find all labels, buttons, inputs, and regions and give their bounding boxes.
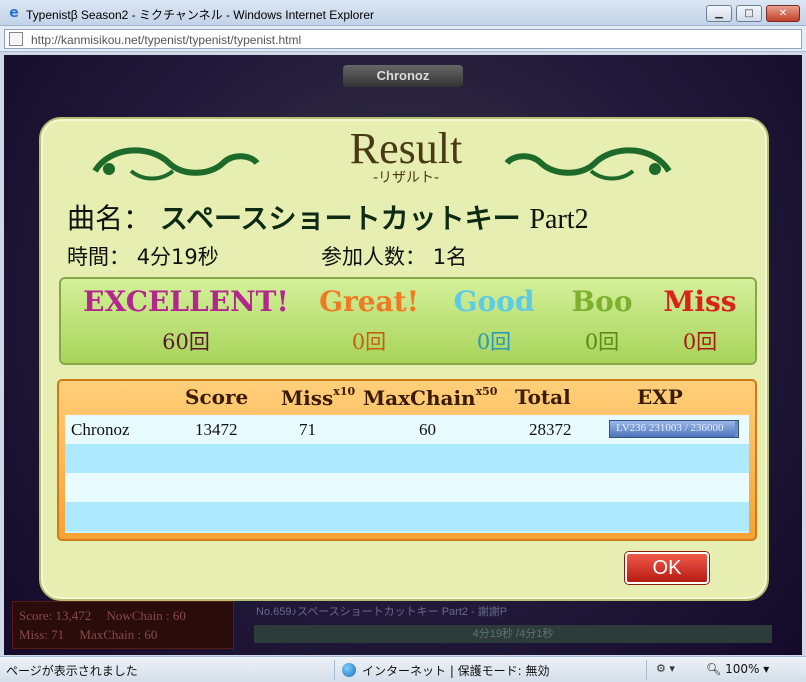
row-miss: 71: [299, 420, 316, 439]
footer-stats: Score: 13,472 NowChain : 60 Miss: 71 Max…: [12, 601, 234, 649]
ie-logo-icon: e: [9, 5, 19, 21]
players-label: 参加人数：: [321, 245, 426, 269]
judgment-great: Great! 0回: [309, 285, 429, 356]
judgment-count: 0回: [584, 330, 620, 354]
right-ornament-icon: [504, 147, 672, 181]
judgment-good: Good 0回: [439, 285, 549, 356]
table-row-empty: [65, 473, 749, 502]
minimize-button[interactable]: ▁: [706, 5, 732, 22]
players-value: 1名: [432, 245, 468, 269]
footer-score: Score: 13,472: [19, 608, 92, 623]
url-text: http://kanmisikou.net/typenist/typenist/…: [31, 33, 302, 47]
judgment-count: 60回: [162, 330, 210, 354]
address-bar: http://kanmisikou.net/typenist/typenist/…: [0, 26, 806, 52]
page-icon: [9, 32, 23, 46]
score-table: Score Missx10 MaxChainx50 Total EXP Chro…: [57, 379, 757, 541]
row-player-name: Chronoz: [71, 420, 130, 439]
header-score: Score: [185, 385, 249, 409]
zoom-value: 100%: [725, 662, 760, 676]
footer-max-chain: MaxChain : 60: [79, 627, 158, 642]
judgment-label: EXCELLENT!: [83, 285, 289, 318]
table-row: Chronoz 13472 71 60 28372 LV236 231003 /…: [65, 415, 749, 444]
header-maxchain-multiplier: x50: [475, 385, 498, 398]
window-title: Typenistβ Season2 - ミクチャンネル - Windows In…: [26, 8, 374, 22]
window-titlebar: e Typenistβ Season2 - ミクチャンネル - Windows …: [0, 0, 806, 26]
judgment-panel: EXCELLENT! 60回 Great! 0回 Good 0回 Boo 0回 …: [59, 277, 757, 365]
footer-now-chain: NowChain : 60: [106, 608, 186, 623]
judgment-label: Miss: [663, 285, 737, 318]
judgment-count: 0回: [682, 330, 718, 354]
footer-song-title: No.659♪スペースショートカットキー Part2 - 謝謝P: [256, 606, 508, 618]
judgment-boo: Boo 0回: [557, 285, 647, 356]
protected-mode-icon[interactable]: ⚙ ▾: [656, 662, 675, 675]
zoom-level[interactable]: 🔍︎ 100% ▾: [706, 662, 769, 676]
song-progress-bar: 4分19秒 /4分1秒: [254, 625, 772, 643]
judgment-count: 0回: [476, 330, 512, 354]
judgment-count: 0回: [351, 330, 387, 354]
player-name-chip: Chronoz: [343, 65, 463, 87]
time-label: 時間：: [67, 245, 130, 269]
players-line: 参加人数： 1名: [321, 241, 467, 271]
header-total: Total: [515, 385, 571, 409]
status-divider: [646, 660, 647, 680]
result-subtitle: -リザルト-: [372, 170, 440, 186]
table-row-empty: [65, 502, 749, 531]
maximize-button[interactable]: □: [736, 5, 762, 22]
globe-icon: [342, 663, 356, 677]
time-line: 時間： 4分19秒: [67, 241, 219, 271]
judgment-label: Boo: [571, 285, 633, 318]
status-bar: ページが表示されました インターネット | 保護モード: 無効 ⚙ ▾ 🔍︎ 1…: [0, 656, 806, 682]
song-label: 曲名：: [67, 202, 152, 235]
ok-button[interactable]: OK: [625, 552, 709, 584]
row-score: 13472: [195, 420, 238, 439]
exp-bar: LV236 231003 / 236000: [609, 420, 739, 438]
security-zone[interactable]: インターネット | 保護モード: 無効: [342, 662, 550, 679]
judgment-label: Good: [453, 285, 535, 318]
header-miss: Missx10: [281, 385, 355, 410]
table-row-empty: [65, 444, 749, 473]
result-dialog: Result -リザルト- 曲名： スペースショートカットキー Part2 時間…: [39, 117, 769, 601]
status-divider: [334, 660, 335, 680]
judgment-miss: Miss 0回: [655, 285, 745, 356]
header-miss-label: Miss: [281, 386, 334, 410]
game-viewport: Chronoz Score: 13,472 NowChain : 60 Miss…: [4, 55, 802, 655]
row-maxchain: 60: [419, 420, 436, 439]
time-value: 4分19秒: [136, 245, 219, 269]
url-field[interactable]: http://kanmisikou.net/typenist/typenist/…: [4, 29, 802, 49]
header-exp: EXP: [637, 385, 683, 409]
row-total: 28372: [529, 420, 572, 439]
song-line: 曲名： スペースショートカットキー Part2: [67, 197, 589, 237]
left-ornament-icon: [92, 147, 260, 181]
header-maxchain: MaxChainx50: [363, 385, 497, 410]
exp-bar-text: LV236 231003 / 236000: [616, 422, 724, 434]
judgment-label: Great!: [319, 285, 419, 318]
song-part: Part2: [529, 204, 589, 235]
judgment-excellent: EXCELLENT! 60回: [71, 285, 301, 356]
close-button[interactable]: ✕: [766, 5, 800, 22]
footer-miss: Miss: 71: [19, 627, 65, 642]
score-rows: Chronoz 13472 71 60 28372 LV236 231003 /…: [65, 415, 749, 533]
security-zone-text: インターネット | 保護モード: 無効: [362, 664, 550, 678]
header-maxchain-label: MaxChain: [363, 386, 476, 410]
song-name: スペースショートカットキー: [159, 202, 521, 235]
status-message: ページが表示されました: [6, 664, 138, 678]
header-miss-multiplier: x10: [333, 385, 356, 398]
zoom-icon: 🔍︎: [706, 662, 722, 676]
